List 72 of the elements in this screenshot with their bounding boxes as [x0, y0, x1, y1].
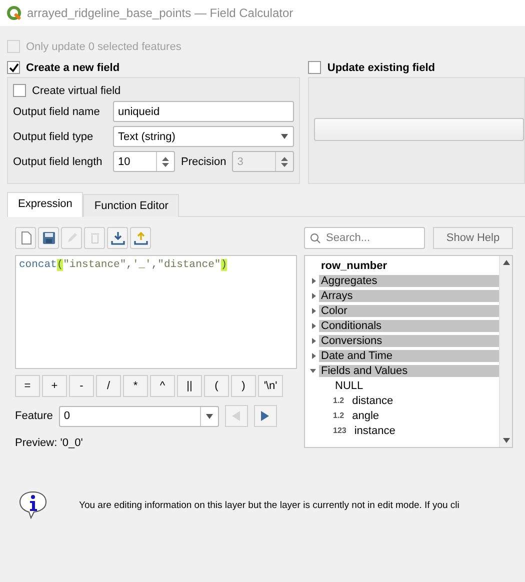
field-type-label: 123 — [333, 426, 346, 435]
new-file-icon — [18, 231, 32, 245]
download-icon — [110, 231, 124, 245]
tree-group[interactable]: Aggregates — [319, 274, 499, 286]
operator-button[interactable]: - — [69, 375, 94, 397]
operator-button[interactable]: ^ — [150, 375, 175, 397]
dropdown-arrow-icon — [280, 134, 288, 139]
text-field[interactable]: uniqueid — [113, 101, 294, 122]
dropdown[interactable]: Text (string) — [113, 126, 294, 147]
operator-button[interactable]: / — [96, 375, 121, 397]
operator-button[interactable]: ( — [204, 375, 229, 397]
next-button[interactable] — [254, 405, 277, 427]
preview-text: Preview: '0_0' — [15, 437, 83, 449]
operator-button[interactable]: = — [15, 375, 40, 397]
operator-button[interactable]: * — [123, 375, 148, 397]
window-title: arrayed_ridgeline_base_points — Field Calculator — [27, 6, 294, 20]
operator-button[interactable]: ) — [231, 375, 256, 397]
checkbox-label: Create virtual field — [32, 84, 121, 96]
tab[interactable]: Function Editor — [83, 194, 180, 217]
tree-group[interactable]: Conversions — [319, 334, 499, 346]
checkbox-label: Only update 0 selected features — [26, 40, 182, 52]
group-title: Create a new field — [26, 62, 120, 74]
tree-item[interactable]: distance — [350, 394, 394, 406]
show-help-button[interactable]: Show Help — [433, 227, 513, 249]
tab[interactable]: Expression — [7, 192, 84, 217]
tree-item[interactable]: instance — [352, 424, 396, 436]
scroll-down-icon — [502, 438, 510, 443]
spin-box[interactable]: 10 — [113, 151, 175, 172]
toolbar-button[interactable] — [38, 227, 59, 249]
checkbox[interactable] — [308, 61, 322, 74]
tree-group[interactable]: Conditionals — [319, 320, 499, 332]
spin-arrows-icon — [281, 156, 288, 168]
field-label: Output field type — [13, 130, 94, 142]
scroll-up-icon — [502, 260, 510, 265]
toolbar-button[interactable] — [15, 227, 36, 249]
operator-button[interactable]: || — [177, 375, 202, 397]
expression-editor[interactable]: concat("instance",'_',"distance") — [15, 255, 297, 369]
dropdown[interactable]: 0 — [58, 406, 219, 426]
scrollbar[interactable] — [499, 256, 512, 447]
field-type-label: 1.2 — [333, 396, 344, 405]
tree-item[interactable]: angle — [350, 410, 380, 422]
info-icon — [17, 489, 49, 521]
operator-button[interactable]: '\n' — [258, 375, 283, 397]
tree-item[interactable]: row_number — [319, 260, 388, 272]
field-label: Output field name — [13, 106, 101, 118]
save-icon — [42, 231, 56, 245]
collapse-arrow-icon[interactable] — [309, 366, 319, 374]
field-label: Output field length — [13, 156, 104, 168]
field-label: Precision — [181, 156, 226, 168]
tree-item[interactable]: NULL — [333, 380, 364, 392]
operator-button[interactable]: + — [42, 375, 67, 397]
checkmark-icon — [8, 62, 18, 72]
field-label: Feature — [15, 410, 53, 422]
left-triangle-icon — [231, 410, 242, 422]
checkbox[interactable] — [7, 61, 20, 74]
app-logo-icon — [6, 5, 22, 21]
tree-group[interactable]: Color — [319, 304, 499, 316]
field-type-label: 1.2 — [333, 411, 344, 420]
search-icon — [310, 232, 321, 244]
group-title: Update existing field — [327, 62, 435, 74]
tree-group[interactable]: Arrays — [319, 290, 499, 302]
tree-group[interactable]: Fields and Values — [319, 364, 499, 376]
info-message: You are editing information on this layer but the layer is currently not in edit mode. If you cli — [79, 500, 460, 510]
checkbox[interactable] — [13, 84, 26, 97]
search-field[interactable]: Search... — [304, 227, 425, 249]
tree-group[interactable]: Date and Time — [319, 350, 499, 362]
toolbar-button[interactable] — [107, 227, 128, 249]
right-triangle-icon — [260, 410, 270, 422]
toolbar-button[interactable] — [130, 227, 151, 249]
spin-arrows-icon — [162, 156, 169, 168]
dropdown-arrow-icon — [206, 414, 213, 418]
upload-icon — [134, 231, 148, 245]
